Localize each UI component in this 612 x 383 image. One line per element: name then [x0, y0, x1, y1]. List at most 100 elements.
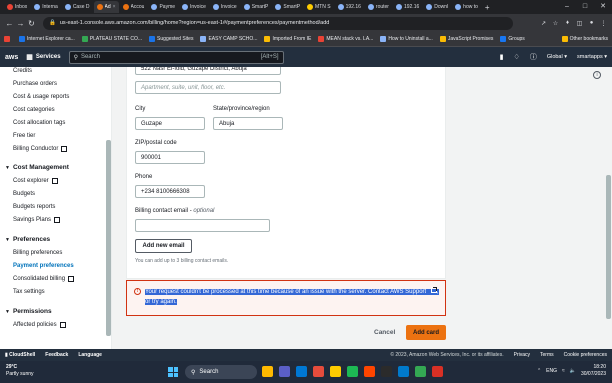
sidebar-item-budgets[interactable]: Budgets — [13, 191, 35, 197]
browser-tab[interactable]: Interna — [31, 1, 61, 13]
reload-icon[interactable]: ↻ — [26, 19, 37, 28]
sidebar-item-budgets-reports[interactable]: Budgets reports — [13, 204, 55, 210]
terms-link[interactable]: Terms — [540, 352, 554, 358]
taskbar-app-icon[interactable] — [330, 366, 341, 377]
city-field[interactable]: Guzape — [135, 117, 205, 130]
region-selector[interactable]: Global ▾ — [547, 54, 567, 60]
sidebar-item-affected-policies[interactable]: Affected policies — [13, 322, 66, 328]
account-menu[interactable]: smartapps ▾ — [577, 54, 607, 60]
billing-email-field[interactable] — [135, 219, 270, 232]
volume-icon[interactable]: 🔈 — [570, 368, 576, 374]
language-indicator[interactable]: ENG — [546, 368, 557, 374]
taskbar-app-icon[interactable] — [364, 366, 375, 377]
forward-icon[interactable]: → — [15, 19, 26, 28]
minimize-icon[interactable]: – — [558, 0, 576, 14]
bookmark-item[interactable]: MEAN stack vs. LA... — [318, 36, 373, 42]
cancel-button[interactable]: Cancel — [374, 329, 395, 336]
sidebar-item-consolidated-billing[interactable]: Consolidated billing — [13, 276, 75, 282]
taskbar-app-icon[interactable] — [381, 366, 392, 377]
add-card-button[interactable]: Add card — [406, 325, 446, 340]
taskbar-search[interactable]: ⚲ Search — [185, 365, 257, 379]
sidebar-item-purchase-orders[interactable]: Purchase orders — [13, 81, 57, 87]
taskbar-app-icon[interactable] — [415, 366, 426, 377]
console-search-input[interactable]: ⚲ Search [Alt+S] — [68, 50, 284, 64]
browser-tab[interactable]: Payme — [148, 1, 178, 13]
bookmark-item[interactable]: JavaScript Promises — [439, 36, 493, 42]
phone-field[interactable]: +234 8100666308 — [135, 185, 205, 198]
taskbar-app-icon[interactable] — [432, 366, 443, 377]
bookmark-item[interactable]: Groups — [500, 36, 525, 42]
taskbar-app-icon[interactable] — [296, 366, 307, 377]
taskbar-app-icon[interactable] — [262, 366, 273, 377]
sidebar-item-credits[interactable]: Credits — [13, 68, 32, 74]
browser-tab[interactable]: router — [365, 1, 392, 13]
browser-tab[interactable]: Downl — [423, 1, 451, 13]
menu-icon[interactable]: ⋮ — [599, 20, 608, 27]
sidebar-item-savings-plans[interactable]: Savings Plans — [13, 217, 61, 223]
weather-widget[interactable]: 29°C Partly sunny — [6, 364, 34, 378]
browser-tab[interactable]: Case D — [62, 1, 93, 13]
address-line1-field[interactable]: 522 Nasr El-fold, Guzape District, Abuja — [135, 67, 281, 75]
aws-logo[interactable]: aws — [5, 54, 18, 61]
language-link[interactable]: Language — [78, 352, 102, 358]
sidebar-item-billing-preferences[interactable]: Billing preferences — [13, 250, 62, 256]
wifi-icon[interactable]: ≈ — [562, 368, 565, 374]
tray-chevron-icon[interactable]: ⌃ — [537, 368, 541, 374]
sidebar-item-cost-usage-reports[interactable]: Cost & usage reports — [13, 94, 69, 100]
browser-tab[interactable]: how to — [452, 1, 481, 13]
privacy-link[interactable]: Privacy — [514, 352, 530, 358]
sidebar-item-billing-conductor[interactable]: Billing Conductor — [13, 146, 68, 152]
taskbar-app-icon[interactable] — [398, 366, 409, 377]
browser-tab[interactable]: SmartP — [272, 1, 303, 13]
address-line2-field[interactable]: Apartment, suite, unit, floor, etc. — [135, 81, 281, 94]
browser-tab[interactable]: Accou — [120, 1, 148, 13]
windows-start-icon[interactable] — [168, 367, 178, 377]
bookmark-item[interactable]: How to Uninstall a... — [380, 36, 433, 42]
clock[interactable]: 18:20 30/07/2023 — [581, 364, 606, 378]
close-window-icon[interactable]: ✕ — [594, 0, 612, 14]
share-icon[interactable]: ↗ — [539, 20, 548, 27]
bookmark-item[interactable]: Suggested Sites — [149, 36, 193, 42]
browser-tab[interactable]: MTN S — [304, 1, 334, 13]
section-permissions[interactable]: ▼ Permissions — [5, 308, 52, 315]
browser-tab[interactable]: Ad × — [93, 1, 119, 13]
taskbar-app-icon[interactable] — [347, 366, 358, 377]
taskbar-app-icon[interactable] — [279, 366, 290, 377]
browser-tab[interactable]: SmartP — [241, 1, 272, 13]
maximize-icon[interactable]: □ — [576, 0, 594, 14]
cloudshell-icon[interactable]: ▮ — [500, 53, 504, 61]
bookmark-star-icon[interactable]: ☆ — [551, 20, 560, 27]
cloudshell-link[interactable]: ▮ CloudShell — [5, 352, 35, 358]
external-link-icon[interactable] — [430, 287, 437, 293]
new-tab-button[interactable]: + — [485, 3, 490, 12]
browser-tab[interactable]: 192.16 — [335, 1, 364, 13]
zip-field[interactable]: 900001 — [135, 151, 205, 164]
help-nav-icon[interactable]: ⓘ — [530, 52, 537, 62]
taskbar-app-icon[interactable] — [313, 366, 324, 377]
feedback-link[interactable]: Feedback — [45, 352, 68, 358]
other-bookmarks[interactable]: Other bookmarks — [561, 36, 608, 42]
apps-icon[interactable] — [4, 36, 12, 42]
browser-tab[interactable]: 192.16 — [393, 1, 422, 13]
notifications-icon[interactable]: ♢ — [514, 53, 520, 61]
cookie-preferences-link[interactable]: Cookie preferences — [564, 352, 607, 358]
sidepanel-icon[interactable]: ◫ — [575, 20, 584, 27]
url-field[interactable]: 🔒 us-east-1.console.aws.amazon.com/billi… — [43, 16, 513, 30]
browser-tab[interactable]: Invoice — [210, 1, 240, 13]
add-new-email-button[interactable]: Add new email — [135, 239, 192, 253]
info-panel-icon[interactable]: i — [593, 71, 601, 79]
main-scrollbar[interactable] — [606, 175, 611, 319]
sidebar-item-cost-allocation-tags[interactable]: Cost allocation tags — [13, 120, 65, 126]
browser-tab[interactable]: Inbox — [4, 1, 30, 13]
sidebar-item-tax-settings[interactable]: Tax settings — [13, 289, 45, 295]
sidebar-item-cost-categories[interactable]: Cost categories — [13, 107, 55, 113]
state-field[interactable]: Abuja — [213, 117, 283, 130]
section-cost-management[interactable]: ▼ Cost Management — [5, 164, 69, 171]
back-icon[interactable]: ← — [4, 19, 15, 28]
services-menu[interactable]: ▦ Services — [26, 53, 60, 61]
bookmark-item[interactable]: PLATEAU STATE CO... — [81, 36, 142, 42]
bookmark-item[interactable]: Imported From IE — [264, 36, 311, 42]
section-preferences[interactable]: ▼ Preferences — [5, 236, 50, 243]
bookmark-item[interactable]: Internet Explorer ca... — [19, 36, 75, 42]
browser-tab[interactable]: Invoice — [179, 1, 209, 13]
